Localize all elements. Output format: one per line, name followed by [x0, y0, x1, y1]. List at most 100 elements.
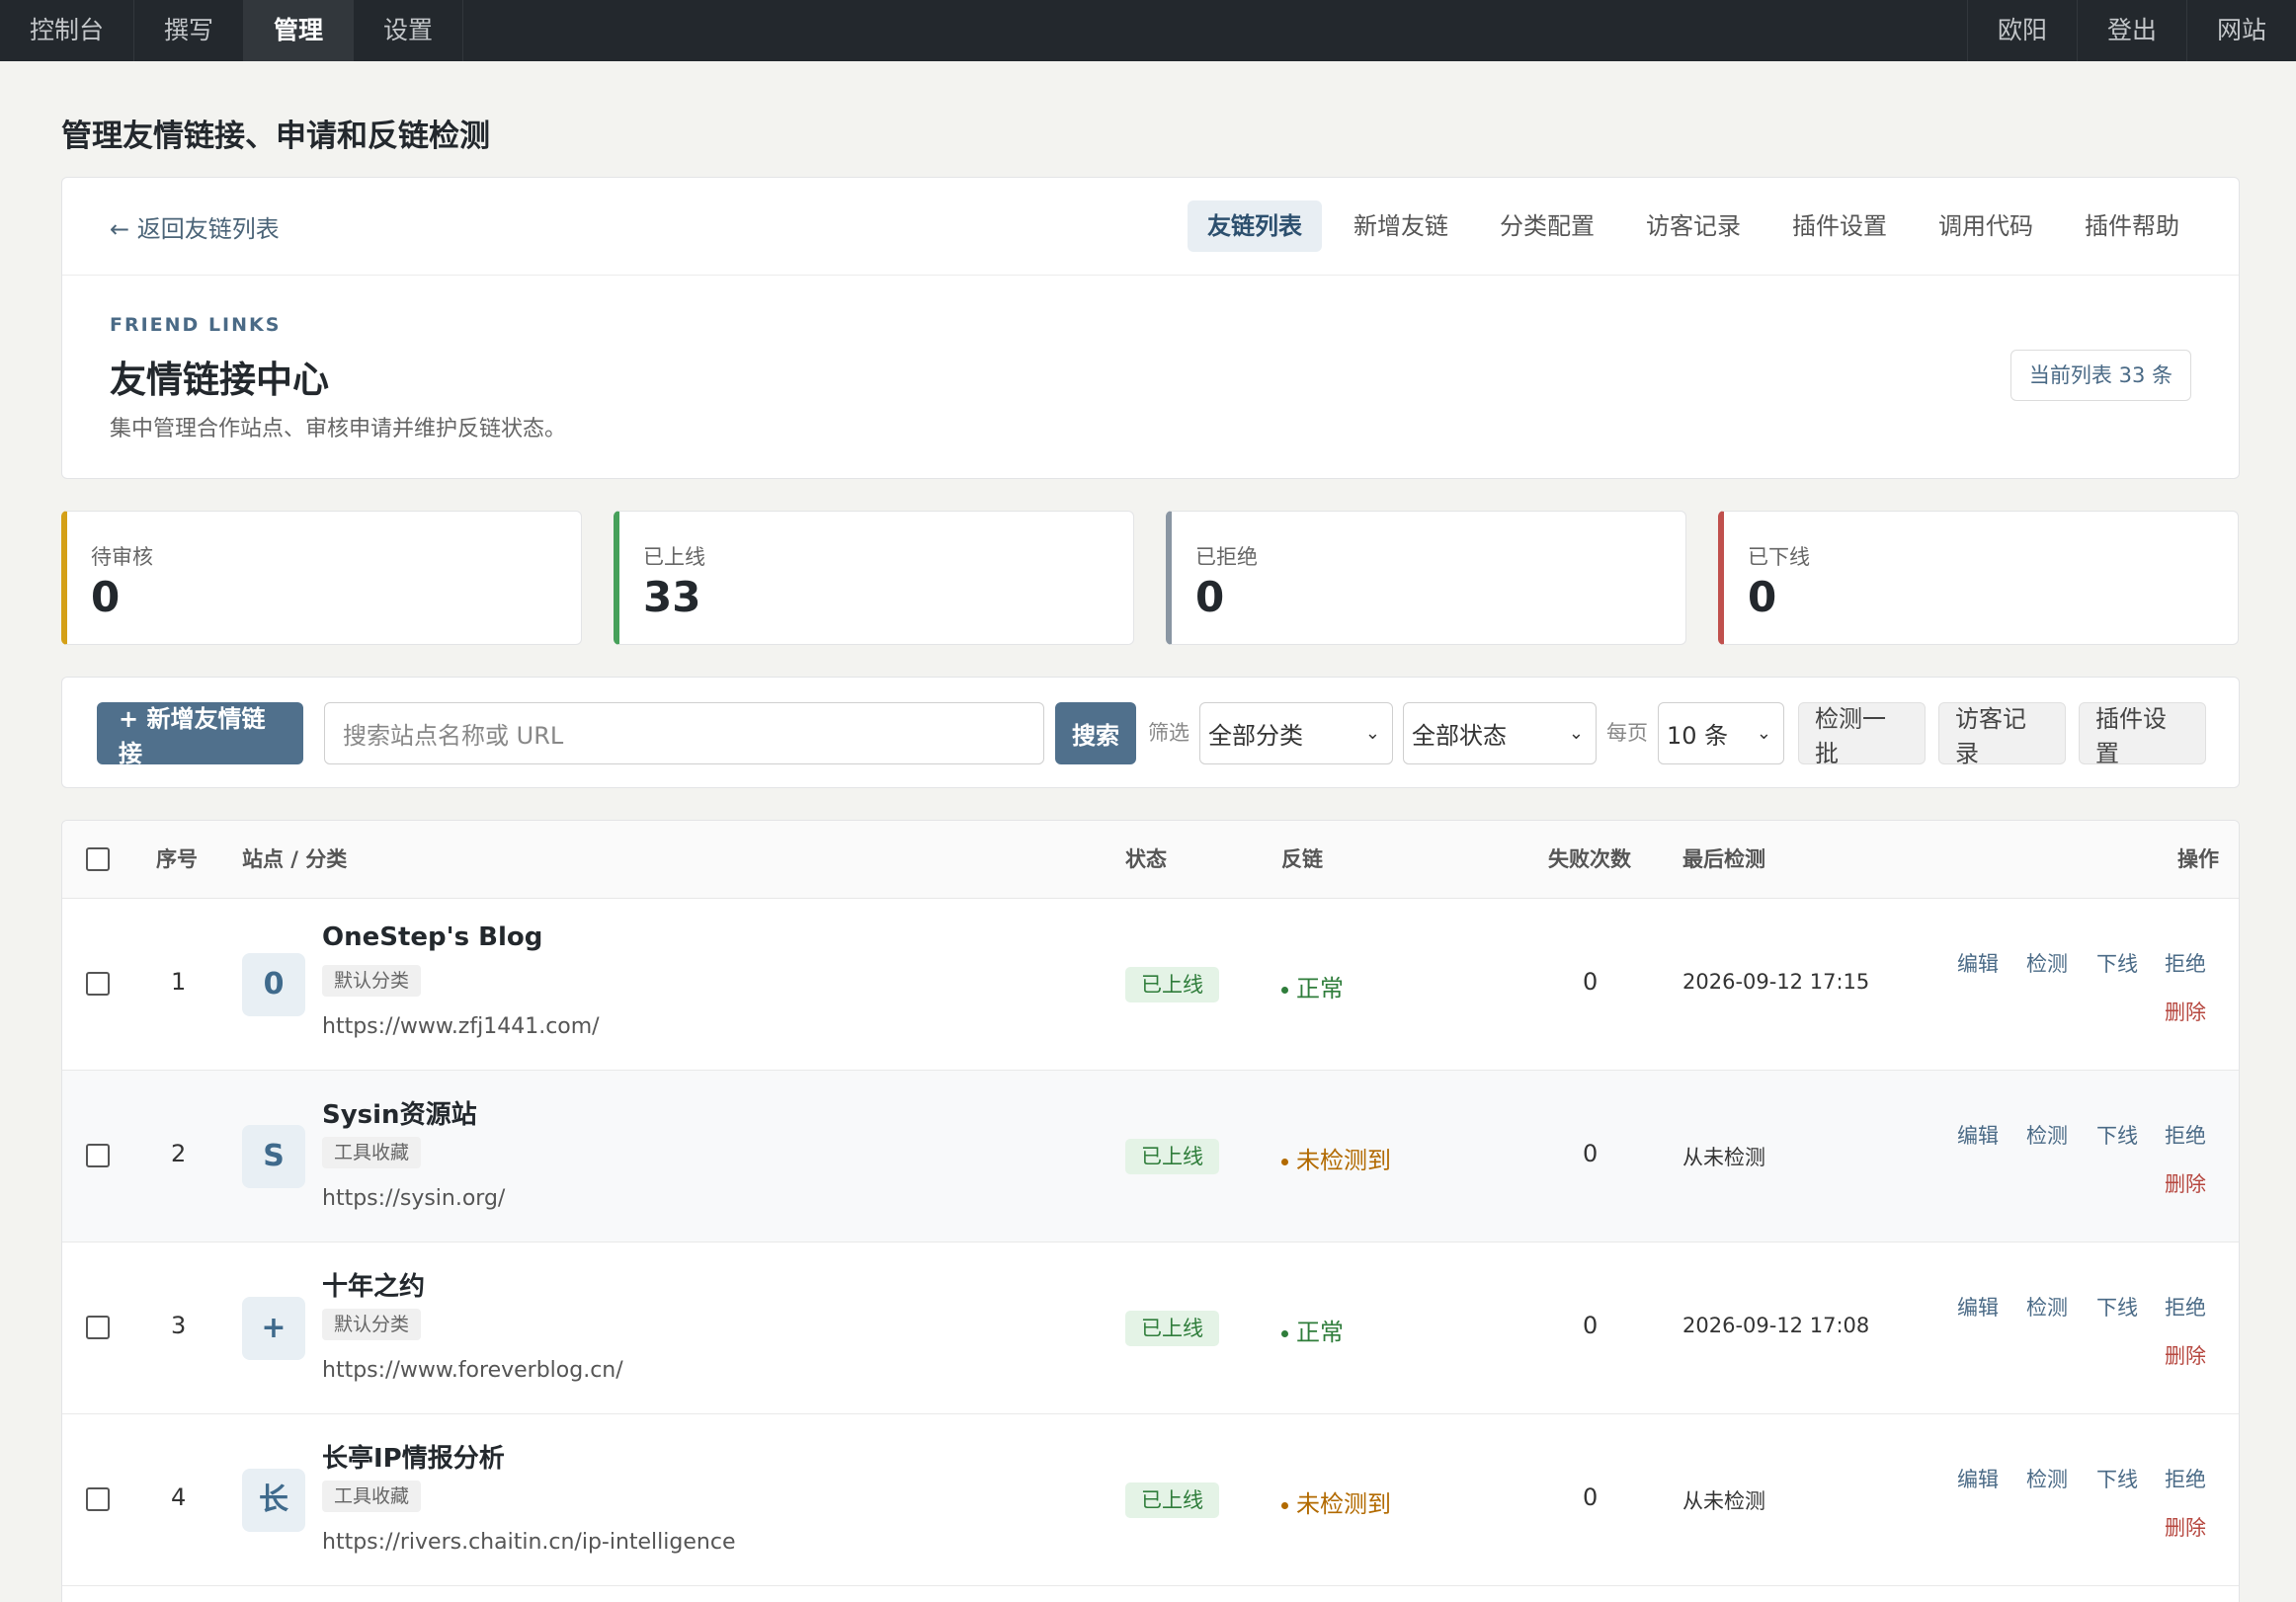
perpage-select[interactable]: 10 条 ⌄: [1658, 702, 1784, 764]
reject-action[interactable]: 拒绝: [2165, 1292, 2206, 1322]
delete-action[interactable]: 删除: [2165, 997, 2206, 1026]
search-button[interactable]: 搜索: [1055, 702, 1136, 764]
row-checkbox[interactable]: [86, 1487, 110, 1511]
topbar-right-nav: 欧阳 登出 网站: [1966, 0, 2296, 61]
header-status: 状态: [1125, 847, 1167, 871]
delete-action[interactable]: 删除: [2165, 1168, 2206, 1198]
check-action[interactable]: 检测: [2026, 948, 2068, 978]
last-check: 2026-09-12 17:08: [1682, 1314, 1870, 1337]
site-avatar: +: [242, 1297, 305, 1360]
plugin-settings-button[interactable]: 插件设置: [2079, 702, 2206, 767]
tab-link-list[interactable]: 友链列表: [1188, 200, 1322, 252]
fail-count: 0: [1583, 1140, 1599, 1167]
nav-user[interactable]: 欧阳: [1966, 0, 2077, 61]
nav-settings[interactable]: 设置: [354, 0, 464, 61]
nav-logout[interactable]: 登出: [2076, 0, 2186, 61]
reject-action[interactable]: 拒绝: [2165, 948, 2206, 978]
tab-embed-code[interactable]: 调用代码: [1919, 200, 2053, 252]
table-row: 2 S Sysin资源站 工具收藏 https://sysin.org/ 已上线…: [62, 1071, 2239, 1242]
backlink-status: 未检测到: [1281, 1141, 1391, 1175]
site-name[interactable]: 长亭IP情报分析: [322, 1438, 505, 1475]
status-select[interactable]: 全部状态 ⌄: [1403, 702, 1597, 764]
fail-count: 0: [1583, 1483, 1599, 1511]
category-tag: 工具收藏: [322, 1137, 422, 1168]
category-tag: 默认分类: [322, 1309, 422, 1340]
site-name[interactable]: Sysin资源站: [322, 1094, 477, 1131]
status-select-value: 全部状态: [1412, 722, 1507, 750]
row-checkbox[interactable]: [86, 972, 110, 996]
check-action[interactable]: 检测: [2026, 1292, 2068, 1322]
row-checkbox[interactable]: [86, 1144, 110, 1167]
category-select-value: 全部分类: [1208, 722, 1303, 750]
offline-action[interactable]: 下线: [2096, 1120, 2138, 1150]
edit-action[interactable]: 编辑: [1957, 948, 1999, 978]
stat-value: 33: [643, 573, 701, 621]
offline-action[interactable]: 下线: [2096, 948, 2138, 978]
check-action[interactable]: 检测: [2026, 1120, 2068, 1150]
tab-add-link[interactable]: 新增友链: [1334, 200, 1468, 252]
nav-manage[interactable]: 管理: [244, 0, 355, 61]
reject-action[interactable]: 拒绝: [2165, 1120, 2206, 1150]
site-name[interactable]: OneStep's Blog: [322, 922, 542, 952]
hero-panel: ← 返回友链列表 友链列表 新增友链 分类配置 访客记录 插件设置 调用代码 插…: [61, 177, 2240, 479]
backlink-text: 正常: [1296, 975, 1344, 1002]
edit-action[interactable]: 编辑: [1957, 1120, 1999, 1150]
search-input[interactable]: 搜索站点名称或 URL: [324, 702, 1044, 764]
edit-action[interactable]: 编辑: [1957, 1292, 1999, 1322]
site-url[interactable]: https://www.zfj1441.com/: [322, 1014, 600, 1039]
tab-plugin-help[interactable]: 插件帮助: [2065, 200, 2199, 252]
site-url[interactable]: https://www.foreverblog.cn/: [322, 1358, 623, 1383]
select-all-checkbox[interactable]: [86, 847, 110, 871]
header-actions: 操作: [2177, 847, 2219, 871]
delete-action[interactable]: 删除: [2165, 1340, 2206, 1370]
fail-count: 0: [1583, 1312, 1599, 1339]
backlink-status: 未检测到: [1281, 1484, 1391, 1519]
row-number: 3: [171, 1312, 187, 1339]
nav-write[interactable]: 撰写: [134, 0, 245, 61]
perpage-select-value: 10 条: [1667, 722, 1729, 750]
category-select[interactable]: 全部分类 ⌄: [1199, 702, 1393, 764]
check-batch-button[interactable]: 检测一批: [1798, 702, 1926, 767]
chevron-down-icon: ⌄: [1568, 723, 1584, 744]
site-url[interactable]: https://sysin.org/: [322, 1186, 505, 1211]
offline-action[interactable]: 下线: [2096, 1464, 2138, 1493]
site-avatar: 长: [242, 1469, 305, 1532]
stat-value: 0: [1748, 573, 1777, 621]
row-checkbox[interactable]: [86, 1316, 110, 1339]
add-link-button[interactable]: + 新增友情链接: [97, 702, 303, 767]
tab-visitor-log[interactable]: 访客记录: [1626, 200, 1761, 252]
stat-pending: 待审核 0: [61, 511, 582, 645]
visitor-log-button[interactable]: 访客记录: [1938, 702, 2066, 767]
tab-plugin-settings[interactable]: 插件设置: [1772, 200, 1907, 252]
table-row: 1 0 OneStep's Blog 默认分类 https://www.zfj1…: [62, 899, 2239, 1071]
header-backlink: 反链: [1281, 847, 1323, 871]
offline-action[interactable]: 下线: [2096, 1292, 2138, 1322]
site-name[interactable]: 十年之约: [322, 1266, 425, 1303]
table-header: 序号 站点 / 分类 状态 反链 失败次数 最后检测 操作: [62, 821, 2239, 899]
page-title: 管理友情链接、申请和反链检测: [61, 119, 490, 154]
delete-action[interactable]: 删除: [2165, 1512, 2206, 1542]
last-check: 2026-09-12 17:15: [1682, 970, 1870, 994]
header-fails: 失败次数: [1548, 847, 1631, 871]
stat-rejected: 已拒绝 0: [1166, 511, 1686, 645]
site-url[interactable]: https://rivers.chaitin.cn/ip-intelligenc…: [322, 1530, 735, 1555]
backlink-text: 未检测到: [1296, 1490, 1391, 1518]
hero-eyebrow: FRIEND LINKS: [110, 314, 282, 336]
backlink-text: 未检测到: [1296, 1147, 1391, 1174]
hero-subtitle: 集中管理合作站点、审核申请并维护反链状态。: [110, 417, 567, 441]
header-last-check: 最后检测: [1682, 847, 1765, 871]
back-to-list-link[interactable]: ← 返回友链列表: [110, 209, 280, 244]
nav-dashboard[interactable]: 控制台: [0, 0, 135, 61]
check-action[interactable]: 检测: [2026, 1464, 2068, 1493]
status-badge: 已上线: [1125, 1482, 1219, 1518]
nav-site[interactable]: 网站: [2185, 0, 2296, 61]
site-avatar: S: [242, 1125, 305, 1188]
reject-action[interactable]: 拒绝: [2165, 1464, 2206, 1493]
stat-offline: 已下线 0: [1718, 511, 2239, 645]
header-no: 序号: [156, 847, 198, 871]
edit-action[interactable]: 编辑: [1957, 1464, 1999, 1493]
status-badge: 已上线: [1125, 1311, 1219, 1346]
row-number: 2: [171, 1140, 187, 1167]
tab-category-config[interactable]: 分类配置: [1480, 200, 1614, 252]
list-count-badge: 当前列表 33 条: [2009, 350, 2191, 401]
